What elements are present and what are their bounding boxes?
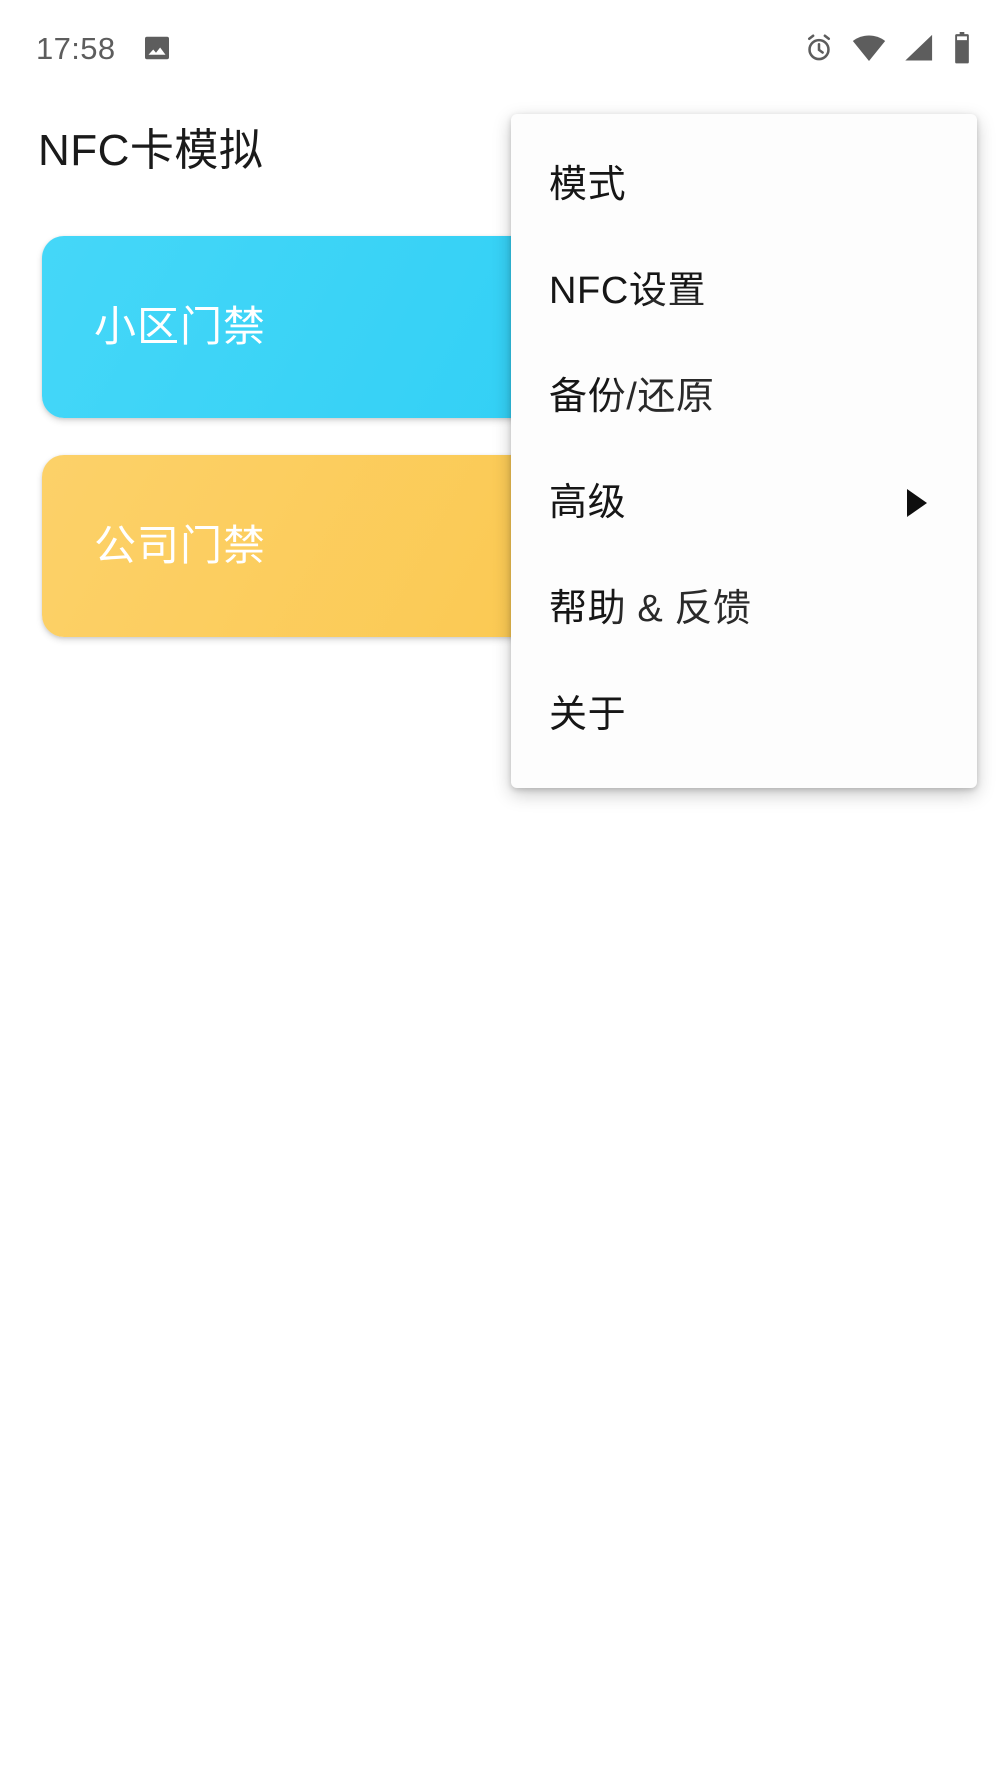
menu-item-label: 高级	[549, 482, 627, 524]
battery-icon	[952, 32, 972, 64]
status-clock: 17:58	[36, 30, 116, 66]
image-icon	[142, 33, 172, 63]
alarm-clock-icon	[803, 32, 835, 64]
chevron-right-icon	[907, 489, 927, 517]
status-bar-left: 17:58	[36, 33, 172, 64]
menu-item-mode[interactable]: 模式	[511, 132, 977, 238]
card-label: 公司门禁	[94, 522, 267, 569]
menu-item-about[interactable]: 关于	[511, 662, 977, 768]
card-label: 小区门禁	[94, 303, 267, 350]
page-title: NFC卡模拟	[38, 126, 264, 175]
overflow-popup-menu: 模式 NFC设置 备份/还原 高级 帮助 & 反馈 关于	[511, 114, 977, 788]
status-bar: 17:58	[0, 0, 1000, 96]
status-bar-right	[803, 32, 972, 64]
menu-item-label: 关于	[549, 694, 627, 736]
menu-item-label: 模式	[549, 164, 627, 206]
cellular-signal-icon	[903, 33, 935, 63]
wifi-icon	[852, 33, 886, 63]
